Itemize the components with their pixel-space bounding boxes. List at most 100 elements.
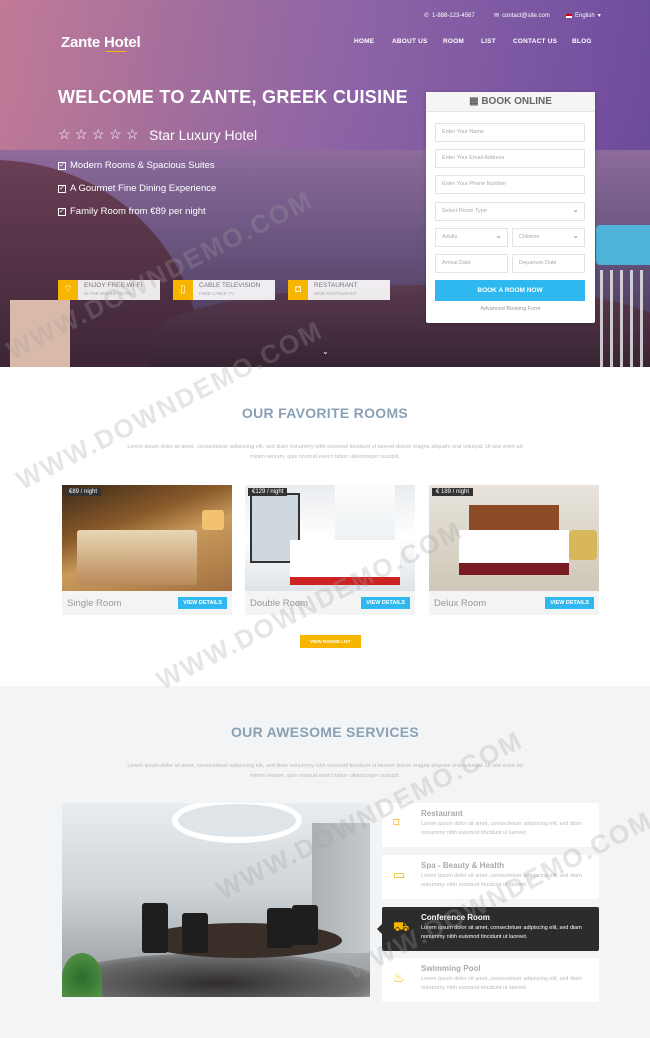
room-card-delux[interactable]: € 189 / night Delux Room VIEW DETAILS — [429, 485, 599, 615]
topbar-email[interactable]: ✉ contact@site.com — [494, 12, 550, 20]
arrival-date-field[interactable]: Arrival Date — [435, 254, 508, 273]
service-desc: Lorem ipsum dolor sit amet, consectetuer… — [421, 925, 582, 940]
service-title: Spa - Beauty & Health — [421, 861, 505, 870]
email-field[interactable]: Enter Your Email Address — [435, 149, 585, 168]
nav-blog[interactable]: BLOG — [572, 38, 592, 45]
hero-railing — [600, 270, 650, 367]
plant-graphic — [62, 953, 102, 997]
children-select[interactable]: Children — [512, 227, 585, 247]
view-details-button[interactable]: VIEW DETAILS — [178, 597, 227, 609]
rooms-title: OUR FAVORITE ROOMS — [241, 405, 409, 421]
adults-select[interactable]: Adults — [435, 227, 508, 247]
view-details-button[interactable]: VIEW DETAILS — [545, 597, 594, 609]
departure-date-field[interactable]: Departure Date — [512, 254, 585, 273]
room-name[interactable]: Single Room — [67, 598, 121, 609]
booking-form: ▦ BOOK ONLINE Enter Your Name Enter Your… — [426, 92, 595, 323]
chair-graphic — [267, 908, 293, 948]
view-rooms-list-button[interactable]: VIEW ROOMS LIST — [300, 635, 361, 648]
room-image[interactable]: € 189 / night — [429, 485, 599, 591]
service-title: Restaurant — [421, 809, 463, 818]
amenity-sub: FREE CABLE TV — [199, 291, 234, 296]
service-title: Conference Room — [421, 913, 490, 922]
room-image[interactable]: €89 / night — [62, 485, 232, 591]
chair-graphic — [182, 913, 208, 953]
phone-icon: ✆ — [424, 13, 430, 19]
book-now-button[interactable]: BOOK A ROOM NOW — [435, 280, 585, 301]
hero-title: WELCOME TO ZANTE, GREEK CUISINE — [58, 87, 408, 107]
flag-icon — [566, 13, 572, 18]
mail-icon: ✉ — [494, 13, 500, 19]
rooms-desc: Lorem ipsum dolor sit amet, consectetuer… — [127, 444, 523, 460]
booking-header: ▦ BOOK ONLINE — [426, 92, 595, 112]
rating-text: Star Luxury Hotel — [149, 126, 258, 143]
service-desc: Lorem ipsum dolor sit amet, consectetuer… — [421, 873, 582, 888]
service-item-pool[interactable]: ♨ Swimming Pool Lorem ipsum dolor sit am… — [382, 958, 599, 1002]
feature-item: ✓ A Gourmet Fine Dining Experience — [58, 183, 216, 194]
star-icon: ☆ — [75, 126, 88, 142]
services-desc: Lorem ipsum dolor sit amet, consectetuer… — [127, 763, 523, 779]
nav-home[interactable]: HOME — [354, 38, 374, 45]
price-badge: €129 / night — [248, 488, 288, 496]
ceiling-light-graphic — [172, 803, 302, 843]
floor-graphic — [62, 953, 370, 997]
wifi-icon: ⌔ — [58, 280, 78, 300]
amenity-title: CABLE TELEVISION — [199, 282, 261, 289]
headboard-graphic — [469, 505, 559, 530]
feature-text: A Gourmet Fine Dining Experience — [70, 183, 217, 194]
room-card-double[interactable]: €129 / night Double Room VIEW DETAILS — [245, 485, 415, 615]
chair-graphic — [142, 903, 168, 953]
phone-field[interactable]: Enter Your Phone Number — [435, 175, 585, 194]
language-text: English — [575, 12, 595, 19]
language-selector[interactable]: English ▾ — [566, 12, 601, 19]
room-name[interactable]: Double Room — [250, 598, 308, 609]
feature-item: ✓ Modern Rooms & Spacious Suites — [58, 160, 215, 171]
room-name[interactable]: Delux Room — [434, 598, 486, 609]
star-icon: ☆ — [58, 126, 71, 142]
nav-list[interactable]: LIST — [481, 38, 496, 45]
room-footer: Single Room VIEW DETAILS — [62, 591, 232, 615]
topbar-phone[interactable]: ✆ 1-888-123-4567 — [424, 12, 475, 20]
nav-contact-us[interactable]: CONTACT US — [513, 38, 557, 45]
amenity-restaurant: ◘ RESTAURANT MAIN RESTAURANT — [288, 280, 390, 300]
canopy-graphic — [335, 485, 395, 545]
feature-text: Family Room from €89 per night — [70, 206, 206, 217]
star-rating: ☆ ☆ ☆ ☆ ☆ Star Luxury Hotel — [58, 126, 257, 143]
car-icon: ⛟ — [393, 919, 410, 934]
restaurant-icon: ◘ — [288, 280, 308, 300]
service-item-restaurant[interactable]: ⌑ Restaurant Lorem ipsum dolor sit amet,… — [382, 803, 599, 847]
amenity-wifi: ⌔ ENJOY FREE WI-FI IN THE WHOLE HOTEL — [58, 280, 160, 300]
amenity-title: RESTAURANT — [314, 282, 358, 289]
service-title: Swimming Pool — [421, 964, 481, 973]
caret-down-icon: ▾ — [597, 13, 601, 19]
price-badge: € 189 / night — [432, 488, 474, 496]
name-field[interactable]: Enter Your Name — [435, 123, 585, 142]
room-footer: Delux Room VIEW DETAILS — [429, 591, 599, 615]
bed-graphic — [459, 530, 569, 575]
check-icon: ✓ — [58, 184, 66, 193]
check-icon: ✓ — [58, 207, 66, 216]
chair-graphic — [569, 530, 597, 560]
nav-room[interactable]: ROOM — [443, 38, 464, 45]
star-icon: ☆ — [109, 126, 122, 142]
hero-pool — [596, 225, 650, 265]
pool-icon: ♨ — [393, 970, 405, 985]
service-item-conference[interactable]: ⛟ Conference Room Lorem ipsum dolor sit … — [377, 907, 599, 951]
service-item-spa[interactable]: ▭ Spa - Beauty & Health Lorem ipsum dolo… — [382, 855, 599, 899]
nav-about-us[interactable]: ABOUT US — [392, 38, 428, 45]
chair-graphic — [292, 905, 318, 945]
phone-text: 1-888-123-4567 — [432, 12, 475, 19]
room-image[interactable]: €129 / night — [245, 485, 415, 591]
advanced-booking-link[interactable]: Advanced Booking Form — [426, 306, 595, 312]
room-type-select[interactable]: Select Room Type — [435, 201, 585, 221]
price-badge: €89 / night — [65, 488, 102, 496]
room-card-single[interactable]: €89 / night Single Room VIEW DETAILS — [62, 485, 232, 615]
scroll-down-icon[interactable]: ⌄ — [322, 347, 329, 356]
amenity-tv: ▯ CABLE TELEVISION FREE CABLE TV — [173, 280, 275, 300]
feature-item: ✓ Family Room from €89 per night — [58, 206, 206, 217]
top-bar: ✆ 1-888-123-4567 ✉ contact@site.com Engl… — [0, 12, 650, 22]
services-title: OUR AWESOME SERVICES — [230, 724, 420, 740]
feature-text: Modern Rooms & Spacious Suites — [70, 160, 215, 171]
room-footer: Double Room VIEW DETAILS — [245, 591, 415, 615]
bed-graphic — [77, 530, 197, 585]
view-details-button[interactable]: VIEW DETAILS — [361, 597, 410, 609]
